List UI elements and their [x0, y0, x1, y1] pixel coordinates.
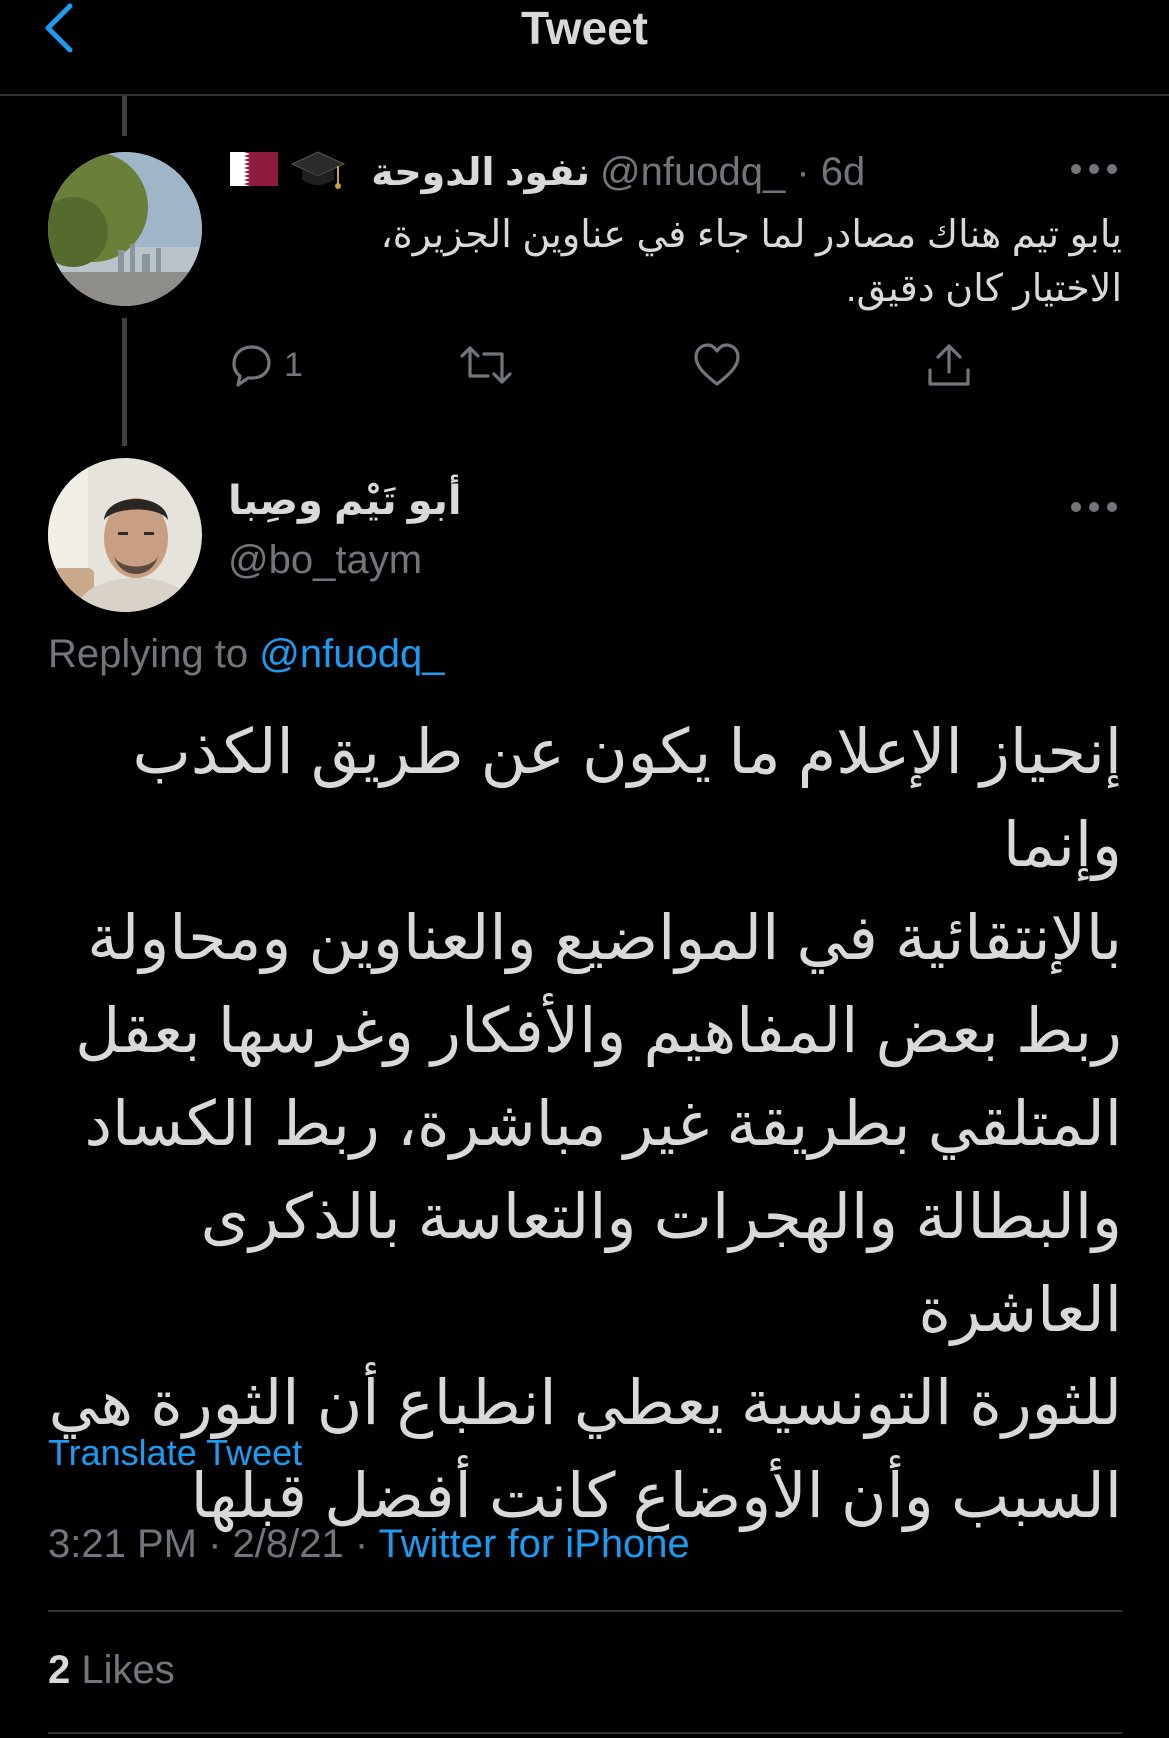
- parent-handle[interactable]: @nfuodq_: [600, 150, 785, 194]
- avatar-photo-skyline: [48, 152, 202, 306]
- share-icon: [928, 344, 970, 386]
- like-button[interactable]: [692, 340, 742, 399]
- thread-line-top: [122, 96, 127, 136]
- reply-button[interactable]: 1: [226, 340, 303, 390]
- replying-to: Replying to @nfuodq_: [48, 632, 444, 677]
- avatar[interactable]: [48, 458, 202, 612]
- thread-line-connector: [122, 318, 127, 446]
- retweet-icon: [460, 346, 512, 384]
- replying-to-handle[interactable]: @nfuodq_: [259, 632, 444, 676]
- qatar-flag-icon: [230, 152, 278, 191]
- reply-icon: [232, 345, 271, 387]
- more-dots-icon: [1071, 164, 1117, 174]
- parent-display-name[interactable]: نفود الدوحة: [358, 150, 590, 195]
- graduation-cap-icon: [290, 148, 346, 201]
- heart-icon: [694, 343, 740, 386]
- parent-text-line-1: يابو تيم هناك مصادر لما جاء في عناوين ال…: [380, 214, 1122, 256]
- divider: [48, 1610, 1122, 1612]
- tweet-text-line: والبطالة والهجرات والتعاسة بالذكرى العاش…: [200, 1183, 1122, 1345]
- tweet-text-line: المتلقي بطريقة غير مباشرة، ربط الكساد: [84, 1090, 1122, 1159]
- tweet-timestamp: 3:21 PM · 2/8/21 ·: [48, 1522, 369, 1566]
- tweet-text-line: ربط بعض المفاهيم والأفكار وغرسها بعقل: [75, 997, 1122, 1066]
- tweet-text-line: إنحياز الإعلام ما يكون عن طريق الكذب وإن…: [132, 718, 1123, 880]
- more-dots-icon: [1071, 502, 1117, 512]
- parent-more-button[interactable]: [1066, 154, 1122, 184]
- tweet-meta: 3:21 PM · 2/8/21 · Twitter for iPhone: [48, 1522, 690, 1567]
- likes-label: Likes: [81, 1648, 175, 1692]
- tweet-source-link[interactable]: Twitter for iPhone: [379, 1522, 690, 1566]
- page-title: Tweet: [521, 2, 648, 54]
- main-more-button[interactable]: [1066, 492, 1122, 522]
- avatar-photo-man: [48, 458, 202, 612]
- retweet-button[interactable]: [458, 340, 514, 399]
- main-handle[interactable]: @bo_taym: [228, 538, 422, 583]
- parent-text-line-2: الاختيار كان دقيق.: [845, 268, 1122, 310]
- parent-handle-time: @nfuodq_ · 6d: [600, 148, 865, 196]
- share-button[interactable]: [924, 340, 974, 399]
- likes-count-link[interactable]: 2 Likes: [48, 1648, 175, 1693]
- translate-tweet-link[interactable]: Translate Tweet: [48, 1432, 302, 1474]
- divider: [48, 1732, 1122, 1734]
- replying-to-label: Replying to: [48, 632, 249, 676]
- parent-time: · 6d: [796, 150, 866, 194]
- likes-count: 2: [48, 1648, 71, 1692]
- main-display-name[interactable]: أبو تَيْم وصِبا: [228, 478, 462, 524]
- avatar[interactable]: [48, 152, 202, 306]
- reply-count: 1: [284, 345, 303, 384]
- tweet-text-line: بالإنتقائية في المواضيع والعناوين ومحاول…: [87, 904, 1122, 973]
- parent-tweet-text: يابو تيم هناك مصادر لما جاء في عناوين ال…: [230, 208, 1122, 316]
- main-tweet-text: إنحياز الإعلام ما يكون عن طريق الكذب وإن…: [40, 706, 1122, 1543]
- parent-name-row: نفود الدوحة: [230, 148, 590, 196]
